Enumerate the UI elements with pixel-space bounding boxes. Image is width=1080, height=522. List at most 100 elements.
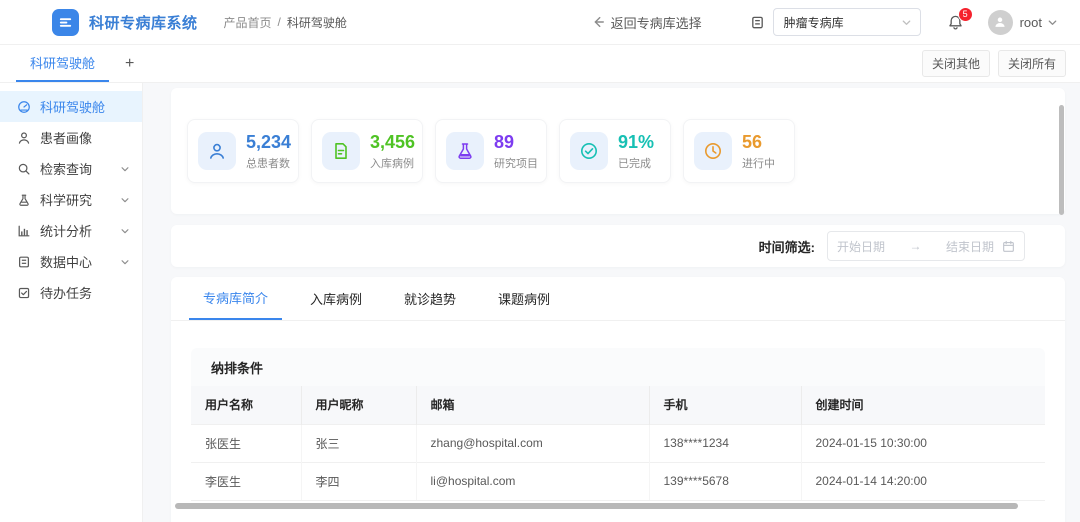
notifications-button[interactable]: 5 xyxy=(947,6,973,31)
sidebar-item-label: 检索查询 xyxy=(40,162,93,177)
sidebar: 科研驾驶舱 患者画像 检索查询 科学研究 统计分析 数据中心 待办任务 xyxy=(0,83,143,522)
sidebar-item-patient-profile[interactable]: 患者画像 xyxy=(0,122,142,153)
end-date-placeholder[interactable]: 结束日期 xyxy=(946,238,994,255)
stat-value: 56 xyxy=(742,132,763,152)
library-select-value: 肿瘤专病库 xyxy=(783,15,844,30)
chevron-down-icon xyxy=(120,226,130,236)
sidebar-item-search-query[interactable]: 检索查询 xyxy=(0,153,142,184)
date-range-picker[interactable]: 开始日期 → 结束日期 xyxy=(827,231,1025,261)
criteria-table: 用户名称 用户昵称 邮箱 手机 创建时间 张医生 张三 zhang@hospit… xyxy=(191,386,1045,501)
stat-text: 91% 已完成 xyxy=(618,131,654,171)
clock-icon xyxy=(694,132,732,170)
detail-tabs: 专病库简介 入库病例 就诊趋势 课题病例 xyxy=(171,277,1065,321)
table-row[interactable]: 张医生 张三 zhang@hospital.com 138****1234 20… xyxy=(191,423,1045,462)
table-row[interactable]: 李医生 李四 li@hospital.com 139****5678 2024-… xyxy=(191,461,1045,501)
flask-icon xyxy=(446,132,484,170)
top-header: 科研专病库系统 产品首页 / 科研驾驶舱 返回专病库选择 肿瘤专病库 5 roo… xyxy=(0,0,1080,45)
stat-text: 5,234 总患者数 xyxy=(246,131,291,171)
stat-card-completed: 91% 已完成 xyxy=(559,119,671,183)
content-area: 5,234 总患者数 3,456 入库病例 89 研究项目 91% 已完成 56… xyxy=(143,83,1080,522)
arrow-left-icon xyxy=(591,15,605,29)
cell-created-time: 2024-01-14 14:20:00 xyxy=(800,461,1045,501)
add-tab-button[interactable]: + xyxy=(109,45,150,82)
close-others-button[interactable]: 关闭其他 xyxy=(921,50,990,77)
column-header-email: 邮箱 xyxy=(415,386,649,424)
user-menu-chevron-down-icon[interactable] xyxy=(1047,17,1058,28)
tab-stored-cases[interactable]: 入库病例 xyxy=(296,277,376,320)
criteria-section: 纳排条件 用户名称 用户昵称 邮箱 手机 创建时间 张医生 张三 zhang@h… xyxy=(191,348,1045,501)
stat-text: 89 研究项目 xyxy=(494,131,538,171)
stat-text: 3,456 入库病例 xyxy=(370,131,415,171)
cell-username: 李医生 xyxy=(191,461,301,501)
notification-badge: 5 xyxy=(957,6,973,22)
calendar-icon xyxy=(1002,240,1015,253)
stat-card-research-projects: 89 研究项目 xyxy=(435,119,547,183)
cell-username: 张医生 xyxy=(191,423,301,462)
stat-label: 进行中 xyxy=(742,158,775,170)
check-circle-icon xyxy=(570,132,608,170)
breadcrumb-current: 科研驾驶舱 xyxy=(286,15,347,30)
sidebar-item-todo-tasks[interactable]: 待办任务 xyxy=(0,277,142,308)
sidebar-item-data-center[interactable]: 数据中心 xyxy=(0,246,142,277)
sidebar-item-label: 统计分析 xyxy=(40,224,93,239)
sidebar-item-label: 患者画像 xyxy=(40,131,93,146)
breadcrumb-separator: / xyxy=(277,15,281,29)
sidebar-item-scientific-research[interactable]: 科学研究 xyxy=(0,184,142,215)
stat-card-total-patients: 5,234 总患者数 xyxy=(187,119,299,183)
cell-nickname: 张三 xyxy=(300,423,416,462)
app-title: 科研专病库系统 xyxy=(89,14,198,32)
user-avatar[interactable] xyxy=(987,9,1013,35)
database-icon xyxy=(17,255,31,269)
tab-library-intro[interactable]: 专病库简介 xyxy=(189,277,283,320)
close-all-button[interactable]: 关闭所有 xyxy=(997,50,1066,77)
stat-value: 91% xyxy=(618,132,655,152)
stat-value: 89 xyxy=(494,132,515,152)
column-header-nickname: 用户昵称 xyxy=(300,386,416,424)
bar-chart-icon xyxy=(17,224,31,238)
horizontal-scrollbar[interactable] xyxy=(175,503,1018,509)
user-icon xyxy=(198,132,236,170)
main-area: 科研驾驶舱 患者画像 检索查询 科学研究 统计分析 数据中心 待办任务 5,23… xyxy=(0,83,1080,522)
back-link-label: 返回专病库选择 xyxy=(610,15,702,31)
search-icon xyxy=(17,162,31,176)
sidebar-item-label: 科研驾驶舱 xyxy=(40,100,106,115)
chevron-down-icon xyxy=(901,17,912,28)
chevron-down-icon xyxy=(120,164,130,174)
table-header-row: 用户名称 用户昵称 邮箱 手机 创建时间 xyxy=(191,386,1045,424)
column-header-phone: 手机 xyxy=(648,386,801,424)
time-filter-panel: 时间筛选: 开始日期 → 结束日期 xyxy=(171,225,1065,267)
vertical-scrollbar[interactable] xyxy=(1059,105,1064,215)
stat-label: 研究项目 xyxy=(494,158,538,170)
sidebar-item-statistics[interactable]: 统计分析 xyxy=(0,215,142,246)
stats-panel: 5,234 总患者数 3,456 入库病例 89 研究项目 91% 已完成 56… xyxy=(171,88,1065,214)
start-date-placeholder[interactable]: 开始日期 xyxy=(837,238,885,255)
document-icon xyxy=(322,132,360,170)
sidebar-item-label: 数据中心 xyxy=(40,255,93,270)
chevron-down-icon xyxy=(120,195,130,205)
sidebar-item-dashboard[interactable]: 科研驾驶舱 xyxy=(0,91,142,122)
library-icon xyxy=(750,15,765,30)
cell-created-time: 2024-01-15 10:30:00 xyxy=(800,423,1045,462)
tabstrip-spacer xyxy=(150,45,914,82)
tab-visit-trends[interactable]: 就诊趋势 xyxy=(390,277,470,320)
page-tabstrip: 科研驾驶舱 + 关闭其他 关闭所有 xyxy=(0,45,1080,83)
back-to-library-link[interactable]: 返回专病库选择 xyxy=(591,13,702,32)
cell-email: zhang@hospital.com xyxy=(415,423,649,462)
tab-project-cases[interactable]: 课题病例 xyxy=(484,277,564,320)
sidebar-item-label: 科学研究 xyxy=(40,193,93,208)
dashboard-icon xyxy=(17,100,31,114)
stat-label: 总患者数 xyxy=(246,158,290,170)
stat-label: 入库病例 xyxy=(370,158,414,170)
sidebar-item-label: 待办任务 xyxy=(40,286,93,301)
breadcrumb-root[interactable]: 产品首页 xyxy=(224,14,272,31)
cell-phone: 138****1234 xyxy=(648,423,801,462)
username-label: root xyxy=(1019,14,1042,30)
stat-card-in-progress: 56 进行中 xyxy=(683,119,795,183)
todo-icon xyxy=(17,286,31,300)
stat-label: 已完成 xyxy=(618,158,651,170)
chevron-down-icon xyxy=(120,257,130,267)
range-arrow: → xyxy=(909,239,922,253)
page-tab-dashboard[interactable]: 科研驾驶舱 xyxy=(16,45,110,82)
cell-nickname: 李四 xyxy=(300,461,416,501)
library-select[interactable]: 肿瘤专病库 xyxy=(772,8,921,36)
